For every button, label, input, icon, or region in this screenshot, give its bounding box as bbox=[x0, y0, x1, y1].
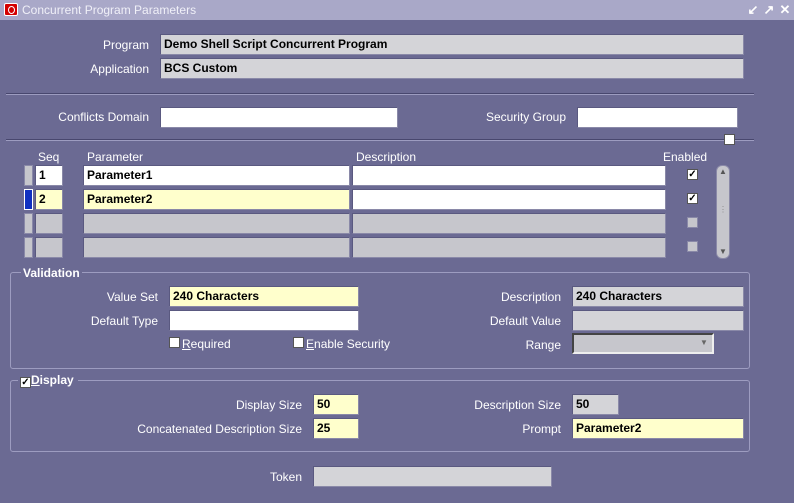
conflicts-domain-field[interactable] bbox=[160, 107, 398, 128]
display-size-field[interactable]: 50 bbox=[313, 394, 359, 415]
value-set-field[interactable]: 240 Characters bbox=[169, 286, 359, 307]
description-size-field[interactable]: 50 bbox=[572, 394, 619, 415]
row-selector-current[interactable] bbox=[24, 189, 33, 210]
concatenated-description-size-field[interactable]: 25 bbox=[313, 418, 359, 439]
enabled-checkbox[interactable]: ✓ bbox=[687, 193, 698, 204]
token-label: Token bbox=[269, 470, 302, 484]
window-title: Concurrent Program Parameters bbox=[22, 3, 197, 17]
application-label: Application bbox=[90, 62, 149, 76]
display-size-label: Display Size bbox=[235, 398, 302, 412]
range-label: Range bbox=[525, 338, 561, 352]
security-group-label: Security Group bbox=[485, 110, 566, 124]
chevron-down-icon[interactable]: ▼ bbox=[700, 338, 708, 347]
default-type-label: Default Type bbox=[90, 314, 158, 328]
program-label: Program bbox=[102, 38, 149, 52]
seq-field[interactable] bbox=[35, 237, 63, 258]
program-field: Demo Shell Script Concurrent Program bbox=[160, 34, 744, 55]
divider bbox=[6, 93, 754, 95]
application-field: BCS Custom bbox=[160, 58, 744, 79]
range-select[interactable] bbox=[572, 333, 714, 354]
required-checkbox[interactable] bbox=[169, 337, 180, 348]
row-selector[interactable] bbox=[24, 237, 33, 258]
enabled-checkbox[interactable] bbox=[687, 241, 698, 252]
security-group-field[interactable] bbox=[577, 107, 738, 128]
enabled-checkbox[interactable] bbox=[687, 217, 698, 228]
display-label-key[interactable]: D bbox=[31, 373, 40, 387]
divider bbox=[6, 139, 754, 141]
close-icon[interactable]: ✕ bbox=[778, 2, 792, 18]
enable-security-label[interactable]: Enable Security bbox=[306, 337, 390, 351]
default-type-field[interactable] bbox=[169, 310, 359, 331]
select-all-checkbox[interactable] bbox=[724, 134, 735, 145]
display-group bbox=[10, 380, 750, 452]
concatenated-description-size-label: Concatenated Description Size bbox=[137, 422, 302, 436]
value-set-label: Value Set bbox=[106, 290, 158, 304]
column-header-description: Description bbox=[356, 150, 417, 164]
required-label[interactable]: Required bbox=[182, 337, 231, 351]
description-field[interactable] bbox=[352, 165, 666, 186]
minimize-icon[interactable]: ↙ bbox=[746, 2, 760, 18]
enable-security-checkbox[interactable] bbox=[293, 337, 304, 348]
seq-field[interactable]: 2 bbox=[35, 189, 63, 210]
default-value-label: Default Value bbox=[489, 314, 561, 328]
validation-description-label: Description bbox=[500, 290, 561, 304]
description-size-label: Description Size bbox=[474, 398, 561, 412]
parameter-field[interactable]: Parameter1 bbox=[83, 165, 350, 186]
row-selector[interactable] bbox=[24, 213, 33, 234]
prompt-label: Prompt bbox=[522, 422, 561, 436]
row-selector[interactable] bbox=[24, 165, 33, 186]
column-header-parameter: Parameter bbox=[87, 150, 144, 164]
token-field[interactable] bbox=[313, 466, 552, 487]
display-label[interactable]: isplay bbox=[40, 373, 74, 387]
description-field[interactable] bbox=[352, 213, 666, 234]
parameter-field[interactable] bbox=[83, 213, 350, 234]
parameter-field[interactable] bbox=[83, 237, 350, 258]
maximize-icon[interactable]: ↗ bbox=[762, 2, 776, 18]
description-field[interactable] bbox=[352, 237, 666, 258]
validation-description-field: 240 Characters bbox=[572, 286, 744, 307]
column-header-enabled: Enabled bbox=[663, 150, 708, 164]
scroll-thumb-grip-icon[interactable]: ⋮ bbox=[716, 205, 730, 215]
enabled-checkbox[interactable]: ✓ bbox=[687, 169, 698, 180]
description-field[interactable] bbox=[352, 189, 666, 210]
conflicts-domain-label: Conflicts Domain bbox=[58, 110, 149, 124]
scroll-down-icon[interactable]: ▼ bbox=[716, 247, 730, 257]
display-checkbox[interactable]: ✓ bbox=[20, 377, 31, 388]
scroll-up-icon[interactable]: ▲ bbox=[716, 167, 730, 177]
prompt-field[interactable]: Parameter2 bbox=[572, 418, 744, 439]
oracle-app-icon bbox=[4, 3, 18, 16]
default-value-field[interactable] bbox=[572, 310, 744, 331]
seq-field[interactable] bbox=[35, 213, 63, 234]
seq-field[interactable]: 1 bbox=[35, 165, 63, 186]
parameter-field[interactable]: Parameter2 bbox=[83, 189, 350, 210]
display-group-header: ✓Display bbox=[18, 373, 78, 388]
validation-group-label: Validation bbox=[21, 266, 82, 280]
column-header-seq: Seq bbox=[38, 150, 60, 164]
